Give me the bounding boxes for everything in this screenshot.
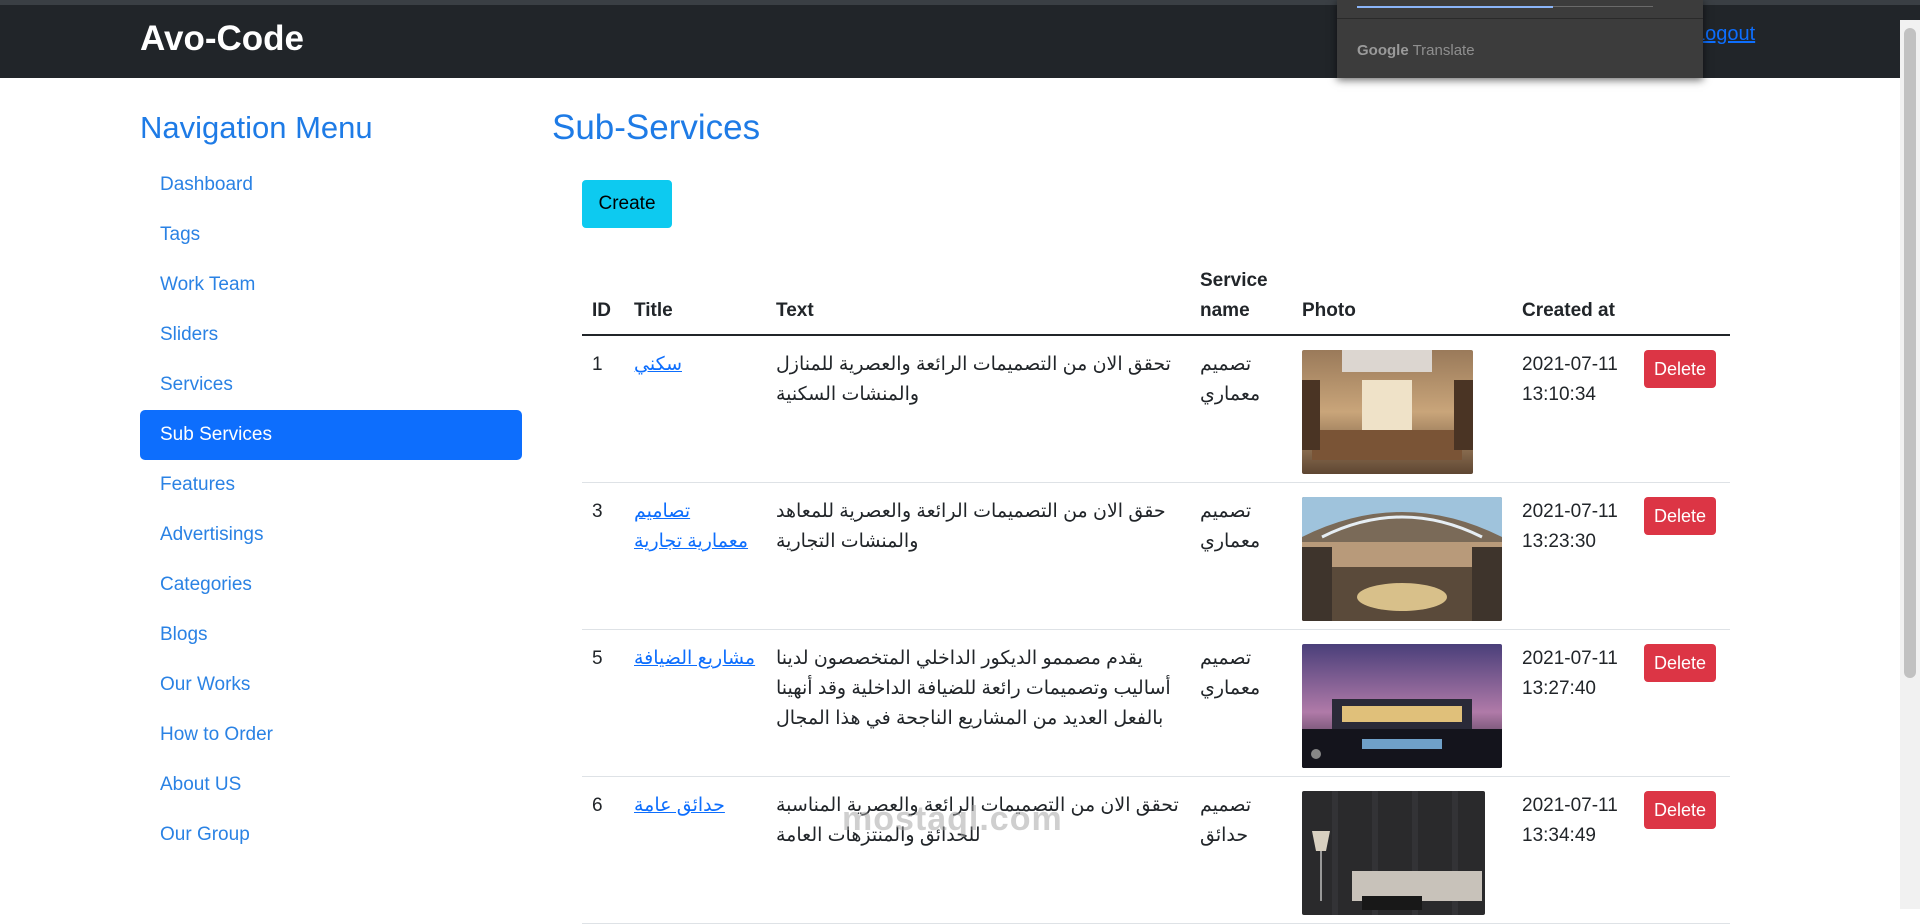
- row-title-link[interactable]: مشاريع الضيافة: [634, 648, 755, 669]
- logout-link[interactable]: Logout: [1694, 23, 1755, 46]
- cell-actions: Delete: [1634, 776, 1730, 924]
- table-row: 3 تصاميم معمارية تجارية حقق الان من التص…: [582, 482, 1730, 630]
- header-created-at: Created at: [1512, 258, 1634, 336]
- cell-id: 5: [582, 629, 624, 777]
- delete-button[interactable]: Delete: [1644, 497, 1716, 535]
- cell-text: حقق الان من التصميمات الرائعة والعصرية ل…: [766, 482, 1190, 630]
- cell-created-at: 2021-07-11 13:34:49: [1512, 776, 1634, 924]
- sidebar-item-categories[interactable]: Categories: [140, 560, 522, 610]
- cell-created-at: 2021-07-11 13:10:34: [1512, 335, 1634, 483]
- cell-service-name: تصميم حدائق: [1190, 776, 1292, 924]
- sidebar-item-dashboard[interactable]: Dashboard: [140, 160, 522, 210]
- header-actions: [1634, 258, 1730, 336]
- cell-title: مشاريع الضيافة: [624, 629, 766, 777]
- cell-id: 6: [582, 776, 624, 924]
- table-header-row: ID Title Text Service name Photo Created…: [582, 258, 1730, 336]
- page-scrollbar[interactable]: [1900, 20, 1920, 909]
- delete-button[interactable]: Delete: [1644, 791, 1716, 829]
- main-content: Sub-Services Create ID Title Text Servic…: [552, 108, 1730, 924]
- delete-button[interactable]: Delete: [1644, 350, 1716, 388]
- photo-shopping-mall: [1302, 497, 1502, 621]
- cell-id: 3: [582, 482, 624, 630]
- scrollbar-thumb[interactable]: [1904, 28, 1916, 678]
- table-row: 6 حدائق عامة تحقق الان من التصميمات الرا…: [582, 776, 1730, 924]
- sidebar-item-sub-services[interactable]: Sub Services: [140, 410, 522, 460]
- photo-interior-room: [1302, 350, 1473, 474]
- cell-service-name: تصميم معماري: [1190, 629, 1292, 777]
- cell-title: تصاميم معمارية تجارية: [624, 482, 766, 630]
- sidebar-title: Navigation Menu: [140, 110, 373, 145]
- sidebar-item-tags[interactable]: Tags: [140, 210, 522, 260]
- sub-services-table: ID Title Text Service name Photo Created…: [582, 258, 1730, 924]
- sub-services-table-wrapper: ID Title Text Service name Photo Created…: [582, 258, 1730, 924]
- header-photo: Photo: [1292, 258, 1512, 336]
- translate-progress-track: [1553, 6, 1653, 7]
- cell-created-at: 2021-07-11 13:27:40: [1512, 629, 1634, 777]
- cell-actions: Delete: [1634, 629, 1730, 777]
- sidebar-item-blogs[interactable]: Blogs: [140, 610, 522, 660]
- translate-divider: [1337, 18, 1703, 19]
- sidebar-item-sliders[interactable]: Sliders: [140, 310, 522, 360]
- sidebar-item-work-team[interactable]: Work Team: [140, 260, 522, 310]
- google-translate-popup[interactable]: Google Translate: [1337, 0, 1703, 78]
- sidebar-item-features[interactable]: Features: [140, 460, 522, 510]
- sidebar: Navigation Menu Dashboard Tags Work Team…: [140, 110, 522, 860]
- header-id: ID: [582, 258, 624, 336]
- cell-actions: Delete: [1634, 482, 1730, 630]
- cell-service-name: تصميم معماري: [1190, 482, 1292, 630]
- sidebar-item-our-works[interactable]: Our Works: [140, 660, 522, 710]
- photo-dark-lounge: [1302, 791, 1485, 915]
- cell-service-name: تصميم معماري: [1190, 335, 1292, 483]
- cell-title: حدائق عامة: [624, 776, 766, 924]
- sidebar-item-our-group[interactable]: Our Group: [140, 810, 522, 860]
- header-text: Text: [766, 258, 1190, 336]
- create-button[interactable]: Create: [582, 180, 672, 228]
- translate-progress-bar: [1357, 6, 1553, 8]
- row-title-link[interactable]: سكني: [634, 354, 682, 375]
- cell-text: تحقق الان من التصميمات الرائعة والعصرية …: [766, 335, 1190, 483]
- google-translate-logo: Google Translate: [1357, 42, 1475, 59]
- row-title-link[interactable]: حدائق عامة: [634, 795, 725, 816]
- brand-logo[interactable]: Avo-Code: [140, 19, 304, 59]
- cell-text: يقدم مصممو الديكور الداخلي المتخصصون لدي…: [766, 629, 1190, 777]
- page-title: Sub-Services: [552, 108, 761, 147]
- cell-created-at: 2021-07-11 13:23:30: [1512, 482, 1634, 630]
- cell-photo: [1292, 482, 1512, 630]
- cell-title: سكني: [624, 335, 766, 483]
- photo-building-night: [1302, 644, 1502, 768]
- cell-photo: [1292, 776, 1512, 924]
- sidebar-item-advertisings[interactable]: Advertisings: [140, 510, 522, 560]
- row-title-link[interactable]: تصاميم معمارية تجارية: [634, 501, 748, 552]
- watermark: mostaql.com: [842, 800, 1063, 838]
- sidebar-item-how-to-order[interactable]: How to Order: [140, 710, 522, 760]
- cell-id: 1: [582, 335, 624, 483]
- table-row: 5 مشاريع الضيافة يقدم مصممو الديكور الدا…: [582, 629, 1730, 777]
- cell-text: تحقق الان من التصميمات الرائعة والعصرية …: [766, 776, 1190, 924]
- cell-photo: [1292, 629, 1512, 777]
- sidebar-item-about-us[interactable]: About US: [140, 760, 522, 810]
- table-row: 1 سكني تحقق الان من التصميمات الرائعة وا…: [582, 335, 1730, 483]
- header-service-name: Service name: [1190, 258, 1292, 336]
- cell-actions: Delete: [1634, 335, 1730, 483]
- cell-photo: [1292, 335, 1512, 483]
- header-title: Title: [624, 258, 766, 336]
- delete-button[interactable]: Delete: [1644, 644, 1716, 682]
- sidebar-item-services[interactable]: Services: [140, 360, 522, 410]
